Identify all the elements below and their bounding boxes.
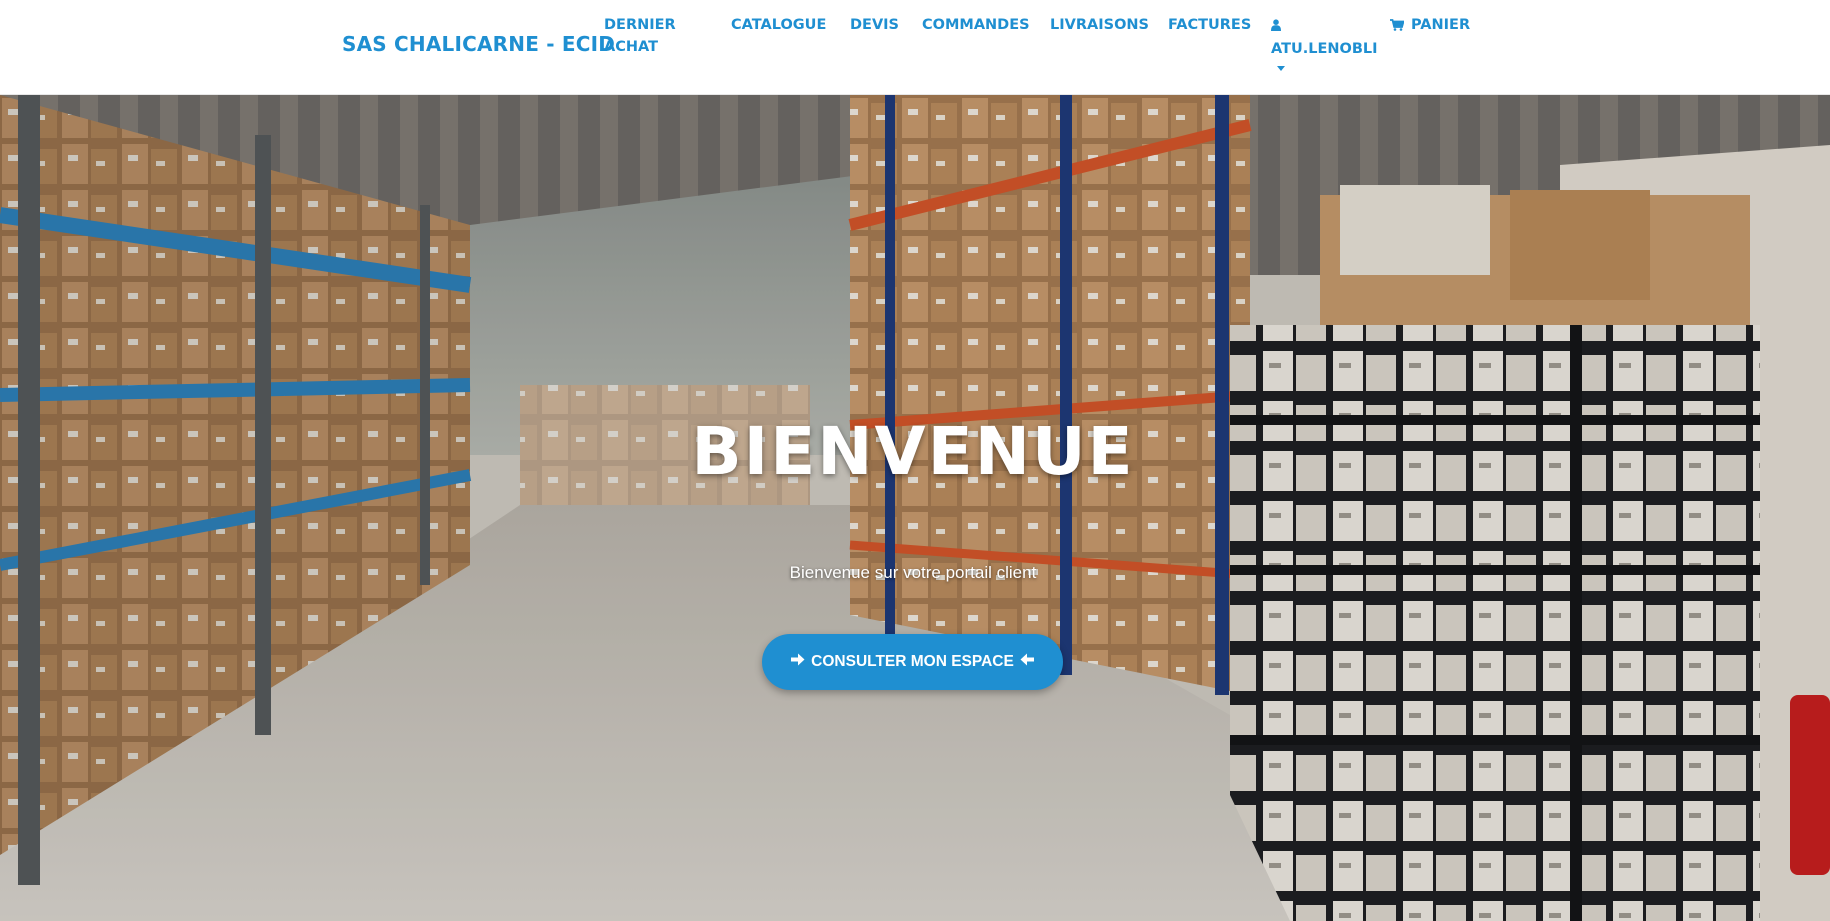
- brand-logo-link[interactable]: SAS CHALICARNE - ECID: [342, 32, 615, 56]
- hero-banner: BIENVENUE Bienvenue sur votre portail cl…: [0, 95, 1830, 921]
- user-name: ATU.LENOBLI: [1271, 41, 1378, 57]
- warehouse-background-image: [0, 95, 1830, 921]
- cta-label: CONSULTER MON ESPACE: [811, 653, 1014, 670]
- hero-subtitle: Bienvenue sur votre portail client: [789, 563, 1037, 582]
- top-navbar: SAS CHALICARNE - ECID DERNIER ACHAT CATA…: [0, 0, 1830, 95]
- nav-devis[interactable]: DEVIS: [850, 14, 899, 36]
- nav-livraisons[interactable]: LIVRAISONS: [1050, 14, 1149, 36]
- user-icon: [1271, 16, 1281, 38]
- nav-catalogue[interactable]: CATALOGUE: [731, 14, 826, 36]
- nav-dernier-achat[interactable]: DERNIER ACHAT: [604, 14, 684, 58]
- consulter-mon-espace-button[interactable]: CONSULTER MON ESPACE: [762, 634, 1063, 690]
- nav-user-dropdown[interactable]: ATU.LENOBLI: [1271, 14, 1378, 71]
- hero-title: BIENVENUE: [691, 413, 1135, 490]
- nav-panier[interactable]: PANIER: [1390, 14, 1470, 38]
- nav-factures[interactable]: FACTURES: [1168, 14, 1251, 36]
- shopping-cart-icon: [1390, 16, 1405, 38]
- caret-down-icon: [1277, 66, 1285, 71]
- panier-label: PANIER: [1411, 17, 1471, 33]
- arrow-right-icon: [791, 653, 805, 671]
- nav-commandes[interactable]: COMMANDES: [922, 14, 1030, 36]
- arrow-left-icon: [1020, 653, 1034, 671]
